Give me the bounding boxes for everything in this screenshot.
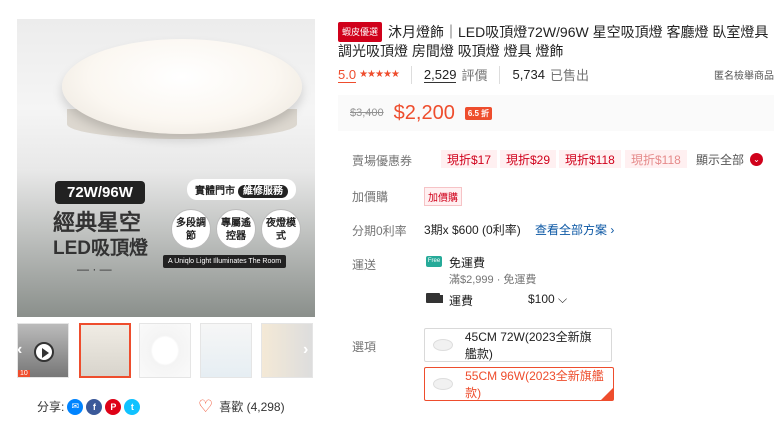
show-all-coupons[interactable]: 顯示全部 ⌄ <box>696 151 764 168</box>
coupon-item[interactable]: 現折$118 <box>625 150 687 168</box>
like-label: 喜歡 (4,298) <box>219 400 285 414</box>
thumbnail-3[interactable] <box>200 323 252 378</box>
shipping-fee-dropdown[interactable]: $100 ⌵ <box>528 292 567 307</box>
truck-icon <box>426 293 443 303</box>
share-bar: 分享: ✉ f P t <box>37 398 141 415</box>
option-thumbnail <box>433 378 454 390</box>
free-shipping-text: 免運費 <box>449 256 486 270</box>
installment-plans-link[interactable]: 查看全部方案 › <box>535 221 614 238</box>
show-all-label: 顯示全部 <box>696 153 745 167</box>
heart-icon: ♡ <box>198 396 214 416</box>
rating-row: 5.0 ★★★★★ 2,529 評價 5,734 已售出 匿名檢舉商品 <box>338 65 774 84</box>
share-label: 分享: <box>37 400 65 414</box>
product-title-text: 沐月燈飾｜LED吸頂燈72W/96W 星空吸頂燈 客廳燈 臥室燈具 調光吸頂燈 … <box>338 24 769 59</box>
store-badge-a: 實體門市 <box>195 186 235 197</box>
option-label: 45CM 72W(2023全新旗艦款) <box>464 330 592 361</box>
addon-tag[interactable]: 加價購 <box>424 187 462 206</box>
promo-subtitle: LED吸頂燈 <box>53 238 149 259</box>
option-thumbnail <box>433 339 453 351</box>
promo-divider: — · — <box>77 262 112 276</box>
discount-badge: 6.5 折 <box>464 106 493 120</box>
option-45cm[interactable]: 45CM 72W(2023全新旗艦款) <box>424 328 612 362</box>
chevron-right-icon[interactable]: › <box>303 341 308 359</box>
option-label: 55CM 96W(2023全新旗艦款) <box>465 369 604 400</box>
free-shipping-icon: Free <box>426 256 442 267</box>
feature-circle-2: 專屬遙控器 <box>216 209 256 249</box>
sold-count: 5,734 <box>512 67 546 82</box>
report-link[interactable]: 匿名檢舉商品 <box>714 67 774 82</box>
chevron-left-icon[interactable]: ‹ <box>17 341 22 359</box>
like-button[interactable]: ♡ 喜歡 (4,298) <box>198 398 285 415</box>
play-icon <box>34 342 54 362</box>
product-main-image[interactable]: 72W/96W 經典星空 LED吸頂燈 — · — 實體門市 維修服務 多段調節 … <box>17 19 315 317</box>
feature-circle-3: 夜燈模式 <box>261 209 301 249</box>
thumbnail-badge: 10 <box>18 370 30 377</box>
coupon-label: 賣場優惠券 <box>352 154 413 168</box>
original-price: $3,400 <box>350 107 384 119</box>
coupon-item[interactable]: 現折$17 <box>441 150 498 168</box>
divider <box>499 65 501 84</box>
free-shipping-condition: 滿$2,999 · 免運費 <box>449 274 537 286</box>
twitter-icon[interactable]: t <box>124 398 141 415</box>
messenger-icon[interactable]: ✉ <box>67 398 84 415</box>
facebook-icon[interactable]: f <box>86 398 103 415</box>
divider <box>410 65 412 84</box>
promo-size-label: 72W/96W <box>55 181 145 204</box>
store-badge: 實體門市 維修服務 <box>187 179 296 200</box>
coupon-item[interactable]: 現折$29 <box>500 150 557 168</box>
thumbnail-strip: 10 ‹ › <box>17 323 315 380</box>
option-55cm[interactable]: 55CM 96W(2023全新旗艦款) <box>424 367 614 401</box>
rating-score[interactable]: 5.0 <box>338 67 357 83</box>
feature-circle-1: 多段調節 <box>171 209 211 249</box>
star-rating-icon: ★★★★★ <box>359 69 400 80</box>
review-label: 評價 <box>461 68 488 83</box>
chevron-down-icon: ⌄ <box>750 153 764 166</box>
product-title: 蝦皮優選 沐月燈飾｜LED吸頂燈72W/96W 星空吸頂燈 客廳燈 臥室燈具 調光… <box>338 22 778 60</box>
selected-check-icon <box>601 388 613 400</box>
review-count[interactable]: 2,529 <box>423 67 457 83</box>
promo-slogan: A Uniqlo Light Illuminates The Room <box>163 255 287 268</box>
store-badge-b: 維修服務 <box>238 185 288 198</box>
options-label: 選項 <box>352 340 377 354</box>
shipping-fee-label: 運費 <box>449 294 474 308</box>
thumbnail-1[interactable] <box>79 323 131 378</box>
price-box: $3,400 $2,200 6.5 折 <box>338 95 774 131</box>
current-price: $2,200 <box>393 101 455 124</box>
installment-label: 分期0利率 <box>352 224 407 238</box>
ceiling-lamp-image <box>62 39 302 134</box>
mall-tag: 蝦皮優選 <box>338 22 383 42</box>
product-page: 72W/96W 經典星空 LED吸頂燈 — · — 實體門市 維修服務 多段調節 … <box>0 0 780 423</box>
coupon-item[interactable]: 現折$118 <box>559 150 621 168</box>
sold-label: 已售出 <box>550 68 590 83</box>
shipping-label: 運送 <box>352 258 377 272</box>
pinterest-icon[interactable]: P <box>105 398 122 415</box>
installment-value: 3期x $600 (0利率) <box>424 223 521 237</box>
thumbnail-2[interactable] <box>139 323 191 378</box>
addon-label: 加價購 <box>352 190 389 204</box>
thumbnail-video[interactable]: 10 <box>17 323 69 378</box>
